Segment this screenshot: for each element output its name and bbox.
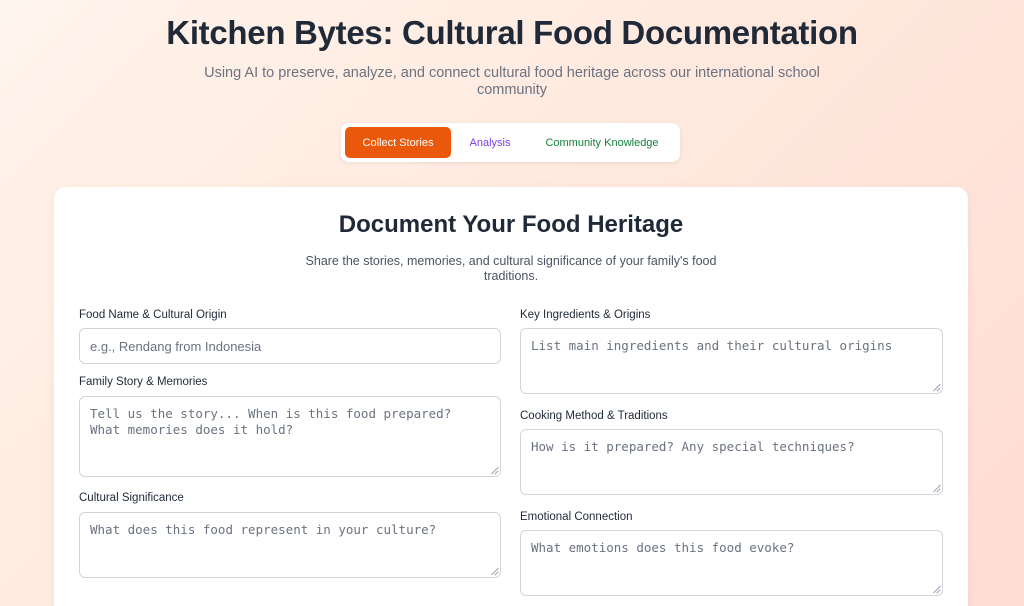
cultural-significance-placeholder: What does this food represent in your cu… — [90, 522, 437, 537]
page-title: Kitchen Bytes: Cultural Food Documentati… — [166, 14, 858, 51]
ingredients-label: Key Ingredients & Origins — [520, 309, 651, 321]
family-story-label: Family Story & Memories — [79, 376, 208, 388]
ingredients-placeholder: List main ingredients and their cultural… — [531, 338, 893, 353]
emotional-connection-label: Emotional Connection — [520, 511, 633, 523]
family-story-placeholder: Tell us the story... When is this food p… — [90, 406, 452, 437]
resize-handle-icon[interactable] — [932, 383, 940, 391]
ingredients-textarea[interactable]: List main ingredients and their cultural… — [520, 328, 943, 394]
food-name-label: Food Name & Cultural Origin — [79, 309, 227, 321]
tab-collect-stories[interactable]: Collect Stories — [345, 127, 451, 158]
cooking-method-placeholder: How is it prepared? Any special techniqu… — [531, 439, 855, 454]
form-title: Document Your Food Heritage — [338, 211, 684, 238]
cultural-significance-textarea[interactable]: What does this food represent in your cu… — [79, 512, 501, 578]
tab-bar: Collect Stories Analysis Community Knowl… — [341, 123, 680, 162]
cooking-method-textarea[interactable]: How is it prepared? Any special techniqu… — [520, 429, 943, 495]
resize-handle-icon[interactable] — [490, 466, 498, 474]
emotional-connection-textarea[interactable]: What emotions does this food evoke? — [520, 530, 943, 596]
family-story-textarea[interactable]: Tell us the story... When is this food p… — [79, 396, 501, 477]
resize-handle-icon[interactable] — [932, 484, 940, 492]
tab-analysis[interactable]: Analysis — [451, 127, 529, 158]
page-subtitle: Using AI to preserve, analyze, and conne… — [204, 65, 820, 98]
tab-community-knowledge[interactable]: Community Knowledge — [529, 127, 675, 158]
resize-handle-icon[interactable] — [932, 585, 940, 593]
resize-handle-icon[interactable] — [490, 567, 498, 575]
form-subtitle: Share the stories, memories, and cultura… — [305, 254, 717, 283]
food-name-input[interactable]: e.g., Rendang from Indonesia — [79, 328, 501, 364]
emotional-connection-placeholder: What emotions does this food evoke? — [531, 540, 795, 555]
heritage-form-card: Document Your Food Heritage Share the st… — [54, 187, 968, 606]
cooking-method-label: Cooking Method & Traditions — [520, 410, 668, 422]
cultural-significance-label: Cultural Significance — [79, 492, 184, 504]
